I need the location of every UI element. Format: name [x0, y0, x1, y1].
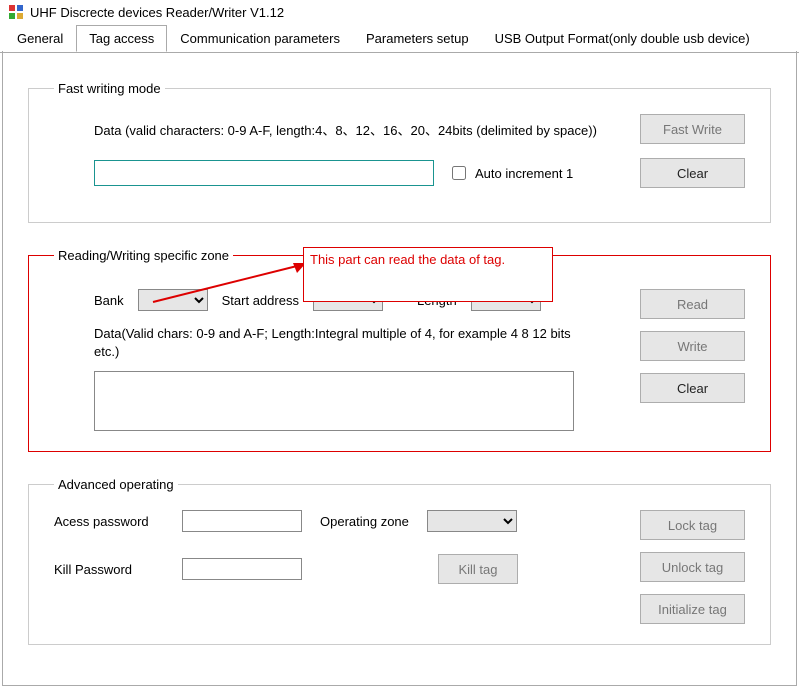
- initialize-tag-button[interactable]: Initialize tag: [640, 594, 745, 624]
- group-fast-writing: Fast writing mode Data (valid characters…: [28, 81, 771, 223]
- unlock-tag-button[interactable]: Unlock tag: [640, 552, 745, 582]
- window-title: UHF Discrecte devices Reader/Writer V1.1…: [30, 5, 284, 20]
- zone-clear-button[interactable]: Clear: [640, 373, 745, 403]
- label-zone-data-hint: Data(Valid chars: 0-9 and A-F; Length:In…: [94, 325, 574, 361]
- legend-advanced: Advanced operating: [54, 477, 178, 492]
- read-button[interactable]: Read: [640, 289, 745, 319]
- legend-fast-writing: Fast writing mode: [54, 81, 165, 96]
- fast-data-input[interactable]: [94, 160, 434, 186]
- operating-zone-select[interactable]: [427, 510, 517, 532]
- access-password-input[interactable]: [182, 510, 302, 532]
- tab-communication-parameters[interactable]: Communication parameters: [167, 25, 353, 52]
- fast-write-button[interactable]: Fast Write: [640, 114, 745, 144]
- label-fast-data-hint: Data (valid characters: 0-9 A-F, length:…: [94, 120, 626, 139]
- tab-panel-tag-access: Fast writing mode Data (valid characters…: [2, 51, 797, 686]
- annotation-arrow-icon: [133, 257, 308, 307]
- zone-data-input[interactable]: [94, 371, 574, 431]
- annotation-text: This part can read the data of tag.: [310, 252, 505, 267]
- auto-increment-label: Auto increment 1: [475, 166, 573, 181]
- tab-parameters-setup[interactable]: Parameters setup: [353, 25, 482, 52]
- label-bank: Bank: [94, 293, 124, 308]
- tab-usb-output-format[interactable]: USB Output Format(only double usb device…: [482, 25, 763, 52]
- tab-general[interactable]: General: [4, 25, 76, 52]
- app-icon: [8, 4, 24, 20]
- lock-tag-button[interactable]: Lock tag: [640, 510, 745, 540]
- label-operating-zone: Operating zone: [320, 514, 409, 529]
- group-advanced-operating: Advanced operating Acess password Operat…: [28, 477, 771, 645]
- auto-increment-checkbox-wrap: Auto increment 1: [448, 163, 573, 183]
- fast-clear-button[interactable]: Clear: [640, 158, 745, 188]
- tab-tag-access[interactable]: Tag access: [76, 25, 167, 52]
- label-access-password: Acess password: [54, 514, 164, 529]
- label-kill-password: Kill Password: [54, 562, 164, 577]
- kill-password-input[interactable]: [182, 558, 302, 580]
- kill-tag-button[interactable]: Kill tag: [438, 554, 518, 584]
- auto-increment-checkbox[interactable]: [452, 166, 466, 180]
- annotation-callout: This part can read the data of tag.: [303, 247, 553, 302]
- tab-bar: General Tag access Communication paramet…: [0, 25, 799, 53]
- window-titlebar: UHF Discrecte devices Reader/Writer V1.1…: [0, 0, 799, 24]
- write-button[interactable]: Write: [640, 331, 745, 361]
